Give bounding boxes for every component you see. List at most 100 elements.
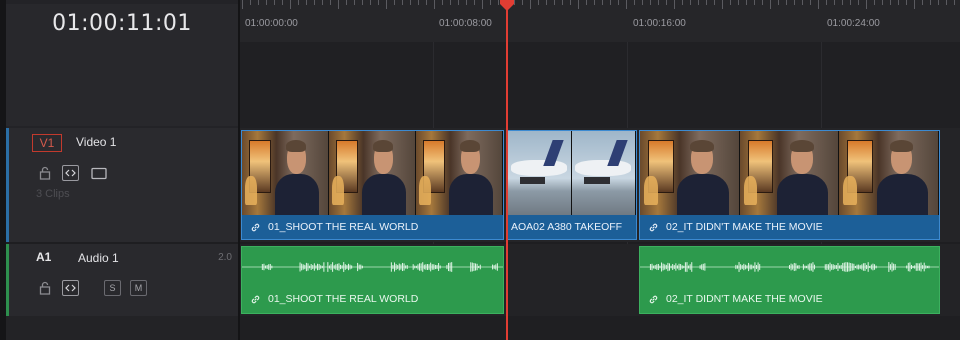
ruler-tick bbox=[842, 0, 843, 5]
video-clip[interactable]: AOA02 A380 TAKEOFF bbox=[506, 130, 637, 240]
ruler-tick bbox=[922, 0, 923, 5]
clip-thumbnail bbox=[416, 131, 503, 217]
ruler-tick bbox=[450, 0, 451, 5]
clip-count: 3 Clips bbox=[36, 188, 70, 200]
playhead[interactable] bbox=[506, 8, 508, 340]
audio-waveform bbox=[242, 262, 503, 272]
ruler-tick bbox=[266, 0, 267, 5]
ruler-tick bbox=[826, 0, 827, 5]
solo-button[interactable]: S bbox=[104, 280, 121, 296]
audio-clip[interactable]: 02_IT DIDN'T MAKE THE MOVIE bbox=[639, 246, 940, 314]
ruler-tick bbox=[722, 0, 723, 9]
track-output-icon[interactable] bbox=[90, 165, 108, 181]
clip-name: 02_IT DIDN'T MAKE THE MOVIE bbox=[666, 221, 823, 233]
clip-thumbnail bbox=[242, 131, 329, 217]
ruler-tick bbox=[674, 0, 675, 9]
ruler-tick bbox=[314, 0, 315, 5]
ruler-tick bbox=[698, 0, 699, 5]
ruler-tick bbox=[354, 0, 355, 5]
empty-bottom-area[interactable] bbox=[240, 316, 960, 340]
ruler-tick bbox=[690, 0, 691, 5]
ruler-tick bbox=[706, 0, 707, 5]
timecode-text: 01:00:11:01 bbox=[52, 10, 192, 36]
ruler-tick bbox=[306, 0, 307, 5]
time-ruler[interactable]: 01:00:00:00 01:00:08:00 01:00:16:00 01:0… bbox=[240, 0, 960, 42]
ruler-tick bbox=[626, 0, 627, 9]
link-icon bbox=[649, 223, 658, 231]
ruler-tick bbox=[258, 0, 259, 5]
ruler-tick bbox=[402, 0, 403, 5]
ruler-tick bbox=[274, 0, 275, 5]
ruler-tick bbox=[522, 0, 523, 5]
clip-thumbnail bbox=[739, 131, 840, 217]
ruler-tick bbox=[946, 0, 947, 5]
lock-icon[interactable] bbox=[38, 280, 52, 296]
ruler-tick bbox=[594, 0, 595, 5]
ruler-tick bbox=[850, 0, 851, 5]
clip-name: 01_SHOOT THE REAL WORLD bbox=[268, 221, 419, 233]
ruler-tick bbox=[658, 0, 659, 5]
ruler-tick bbox=[418, 0, 419, 5]
ruler-tick bbox=[930, 0, 931, 5]
clip-thumbnails bbox=[507, 131, 636, 217]
video-track-name[interactable]: Video 1 bbox=[76, 135, 116, 149]
bottom-left-panel bbox=[6, 316, 238, 340]
playhead-handle[interactable] bbox=[499, 0, 515, 12]
audio-clip[interactable]: 01_SHOOT THE REAL WORLD bbox=[241, 246, 504, 314]
a1-track-badge[interactable]: A1 bbox=[36, 250, 51, 264]
v1-track-badge[interactable]: V1 bbox=[32, 134, 62, 152]
ruler-tick bbox=[914, 0, 915, 9]
ruler-tick bbox=[490, 0, 491, 5]
ruler-tick bbox=[362, 0, 363, 5]
auto-select-button[interactable] bbox=[62, 280, 79, 296]
ruler-tick bbox=[282, 0, 283, 5]
ruler-tick bbox=[746, 0, 747, 5]
ruler-tick bbox=[882, 0, 883, 5]
clip-label-bar: AOA02 A380 TAKEOFF bbox=[507, 215, 636, 239]
ruler-tick bbox=[602, 0, 603, 5]
ruler-tick bbox=[714, 0, 715, 5]
empty-track-area[interactable] bbox=[240, 42, 960, 128]
clip-thumbnail bbox=[640, 131, 740, 217]
clip-thumbnail bbox=[571, 131, 636, 217]
audio-channel-format: 2.0 bbox=[218, 252, 232, 263]
video-clip[interactable]: 01_SHOOT THE REAL WORLD bbox=[241, 130, 504, 240]
clip-label-bar: 02_IT DIDN'T MAKE THE MOVIE bbox=[640, 215, 939, 239]
mute-button[interactable]: M bbox=[130, 280, 147, 296]
ruler-tick bbox=[482, 0, 483, 9]
ruler-tick bbox=[650, 0, 651, 5]
ruler-tick bbox=[730, 0, 731, 5]
clip-thumbnails bbox=[640, 131, 939, 217]
ruler-tick bbox=[778, 0, 779, 5]
clip-name: 01_SHOOT THE REAL WORLD bbox=[268, 293, 419, 305]
ruler-tick bbox=[322, 0, 323, 5]
ruler-label: 01:00:08:00 bbox=[439, 18, 492, 29]
ruler-tick bbox=[586, 0, 587, 5]
clip-thumbnail bbox=[507, 131, 572, 217]
ruler-tick bbox=[738, 0, 739, 5]
ruler-tick bbox=[554, 0, 555, 5]
audio-track-header[interactable]: A1 Audio 1 2.0 S M bbox=[6, 244, 238, 316]
lock-icon[interactable] bbox=[38, 165, 52, 181]
ruler-tick bbox=[898, 0, 899, 5]
timecode-display[interactable]: 01:00:11:01 bbox=[6, 4, 238, 42]
video-track-header[interactable]: V1 Video 1 3 Clips bbox=[6, 128, 238, 242]
clip-thumbnail bbox=[839, 131, 939, 217]
audio-track-name[interactable]: Audio 1 bbox=[78, 251, 119, 265]
ruler-tick bbox=[666, 0, 667, 5]
ruler-ticks bbox=[240, 0, 960, 10]
auto-select-button[interactable] bbox=[62, 165, 79, 181]
ruler-tick bbox=[610, 0, 611, 5]
clip-label-bar: 01_SHOOT THE REAL WORLD bbox=[242, 215, 503, 239]
ruler-tick bbox=[370, 0, 371, 5]
ruler-tick bbox=[562, 0, 563, 5]
ruler-tick bbox=[434, 0, 435, 9]
ruler-tick bbox=[834, 0, 835, 5]
ruler-tick bbox=[762, 0, 763, 5]
ruler-tick bbox=[682, 0, 683, 5]
ruler-tick bbox=[794, 0, 795, 5]
ruler-tick bbox=[298, 0, 299, 5]
ruler-tick bbox=[642, 0, 643, 5]
ruler-tick bbox=[250, 0, 251, 5]
video-clip[interactable]: 02_IT DIDN'T MAKE THE MOVIE bbox=[639, 130, 940, 240]
